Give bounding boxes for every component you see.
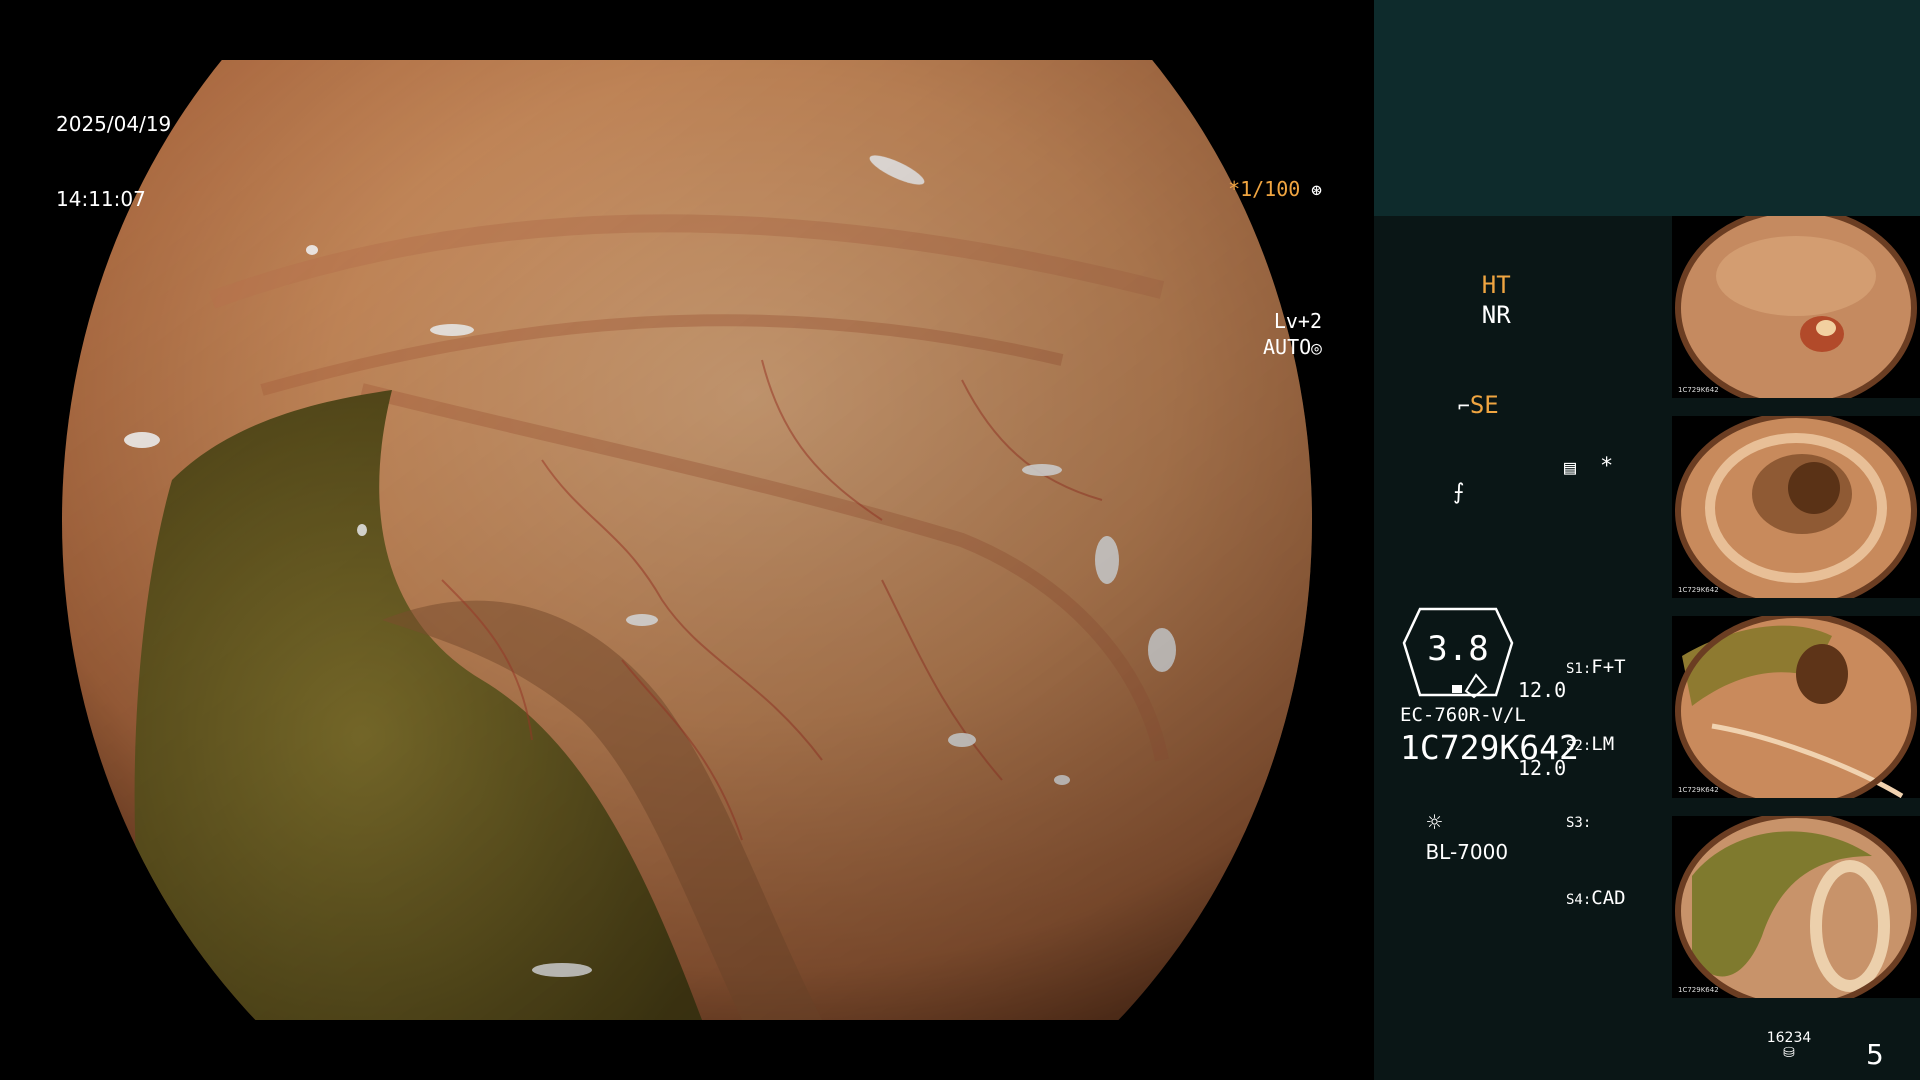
thumbnail-4[interactable]: 1C729K642 (1672, 816, 1920, 1006)
scope-tip-icon: ⌐ (1457, 394, 1470, 418)
s2-value: LM (1591, 733, 1615, 755)
nr-indicator: NR (1481, 301, 1511, 329)
exposure-info: *1/100 ⊛ Lv+2 AUTO◎ (1150, 98, 1322, 414)
se-indicator: SE (1469, 391, 1499, 419)
thumbnail-caption: 1C729K642 (1678, 586, 1719, 594)
colon-mucosa-image (62, 60, 1312, 1020)
thumbnail-image (1675, 416, 1917, 606)
thumbnail-bar (1672, 398, 1920, 406)
date-text: 2025/04/19 (56, 112, 172, 136)
s3-label: S3: (1566, 815, 1592, 831)
processor-status: HT NR ⌐SE ⨍ ▤ * 3.8 12.0 12.0 S1:F+T S2:… (1400, 240, 1660, 909)
storage-count: 16234 (1766, 1030, 1812, 1046)
target-icon: ◎ (1311, 338, 1322, 359)
storage-disk-icon: ⛁ (1783, 1045, 1795, 1061)
timestamp-block: 2025/04/19 14:11:07 (56, 62, 171, 237)
thumbnail-1[interactable]: 1C729K642 (1672, 216, 1920, 406)
thumbnail-strip: 1C729K642 1C729K642 1C729K642 1C729K642 (1672, 216, 1920, 1016)
panel-header (1374, 0, 1920, 216)
shutter-text: *1/100 (1228, 177, 1301, 201)
storage-indicator: 16234 ⛁ (1764, 1030, 1814, 1060)
light-source-text: BL-7000 (1425, 840, 1509, 864)
ht-indicator: HT (1481, 271, 1511, 299)
s2-label: S2: (1566, 738, 1592, 754)
light-source-icon: ☼ (1425, 810, 1444, 834)
thumbnail-caption: 1C729K642 (1678, 386, 1719, 394)
thumbnail-bar (1672, 798, 1920, 806)
s4-label: S4: (1566, 892, 1592, 908)
level-text: Lv+2 (1273, 309, 1322, 333)
time-text: 14:11:07 (56, 187, 146, 211)
freeze-icon: ⨍ (1452, 480, 1465, 505)
thumbnail-2[interactable]: 1C729K642 (1672, 416, 1920, 606)
thumbnail-bar (1672, 598, 1920, 606)
s4-value: CAD (1591, 887, 1626, 909)
star-indicator: * (1600, 454, 1614, 479)
thumbnail-image (1675, 616, 1917, 806)
s1-label: S1: (1566, 661, 1592, 677)
thumbnail-caption: 1C729K642 (1678, 786, 1719, 794)
thumbnail-image (1675, 816, 1917, 1006)
mode-text: AUTO (1262, 335, 1312, 359)
thumbnail-image (1675, 216, 1917, 406)
aperture-icon: ⊛ (1300, 180, 1322, 201)
endoscope-live-view (62, 60, 1312, 1020)
page-number: 5 (1866, 1038, 1884, 1071)
thumbnail-caption: 1C729K642 (1678, 986, 1719, 994)
s1-value: F+T (1591, 656, 1626, 678)
thumbnail-bar (1672, 998, 1920, 1006)
thumbnail-3[interactable]: 1C729K642 (1672, 616, 1920, 806)
zoom-value: 3.8 (1427, 629, 1489, 669)
menu-icon: ▤ (1564, 455, 1577, 479)
